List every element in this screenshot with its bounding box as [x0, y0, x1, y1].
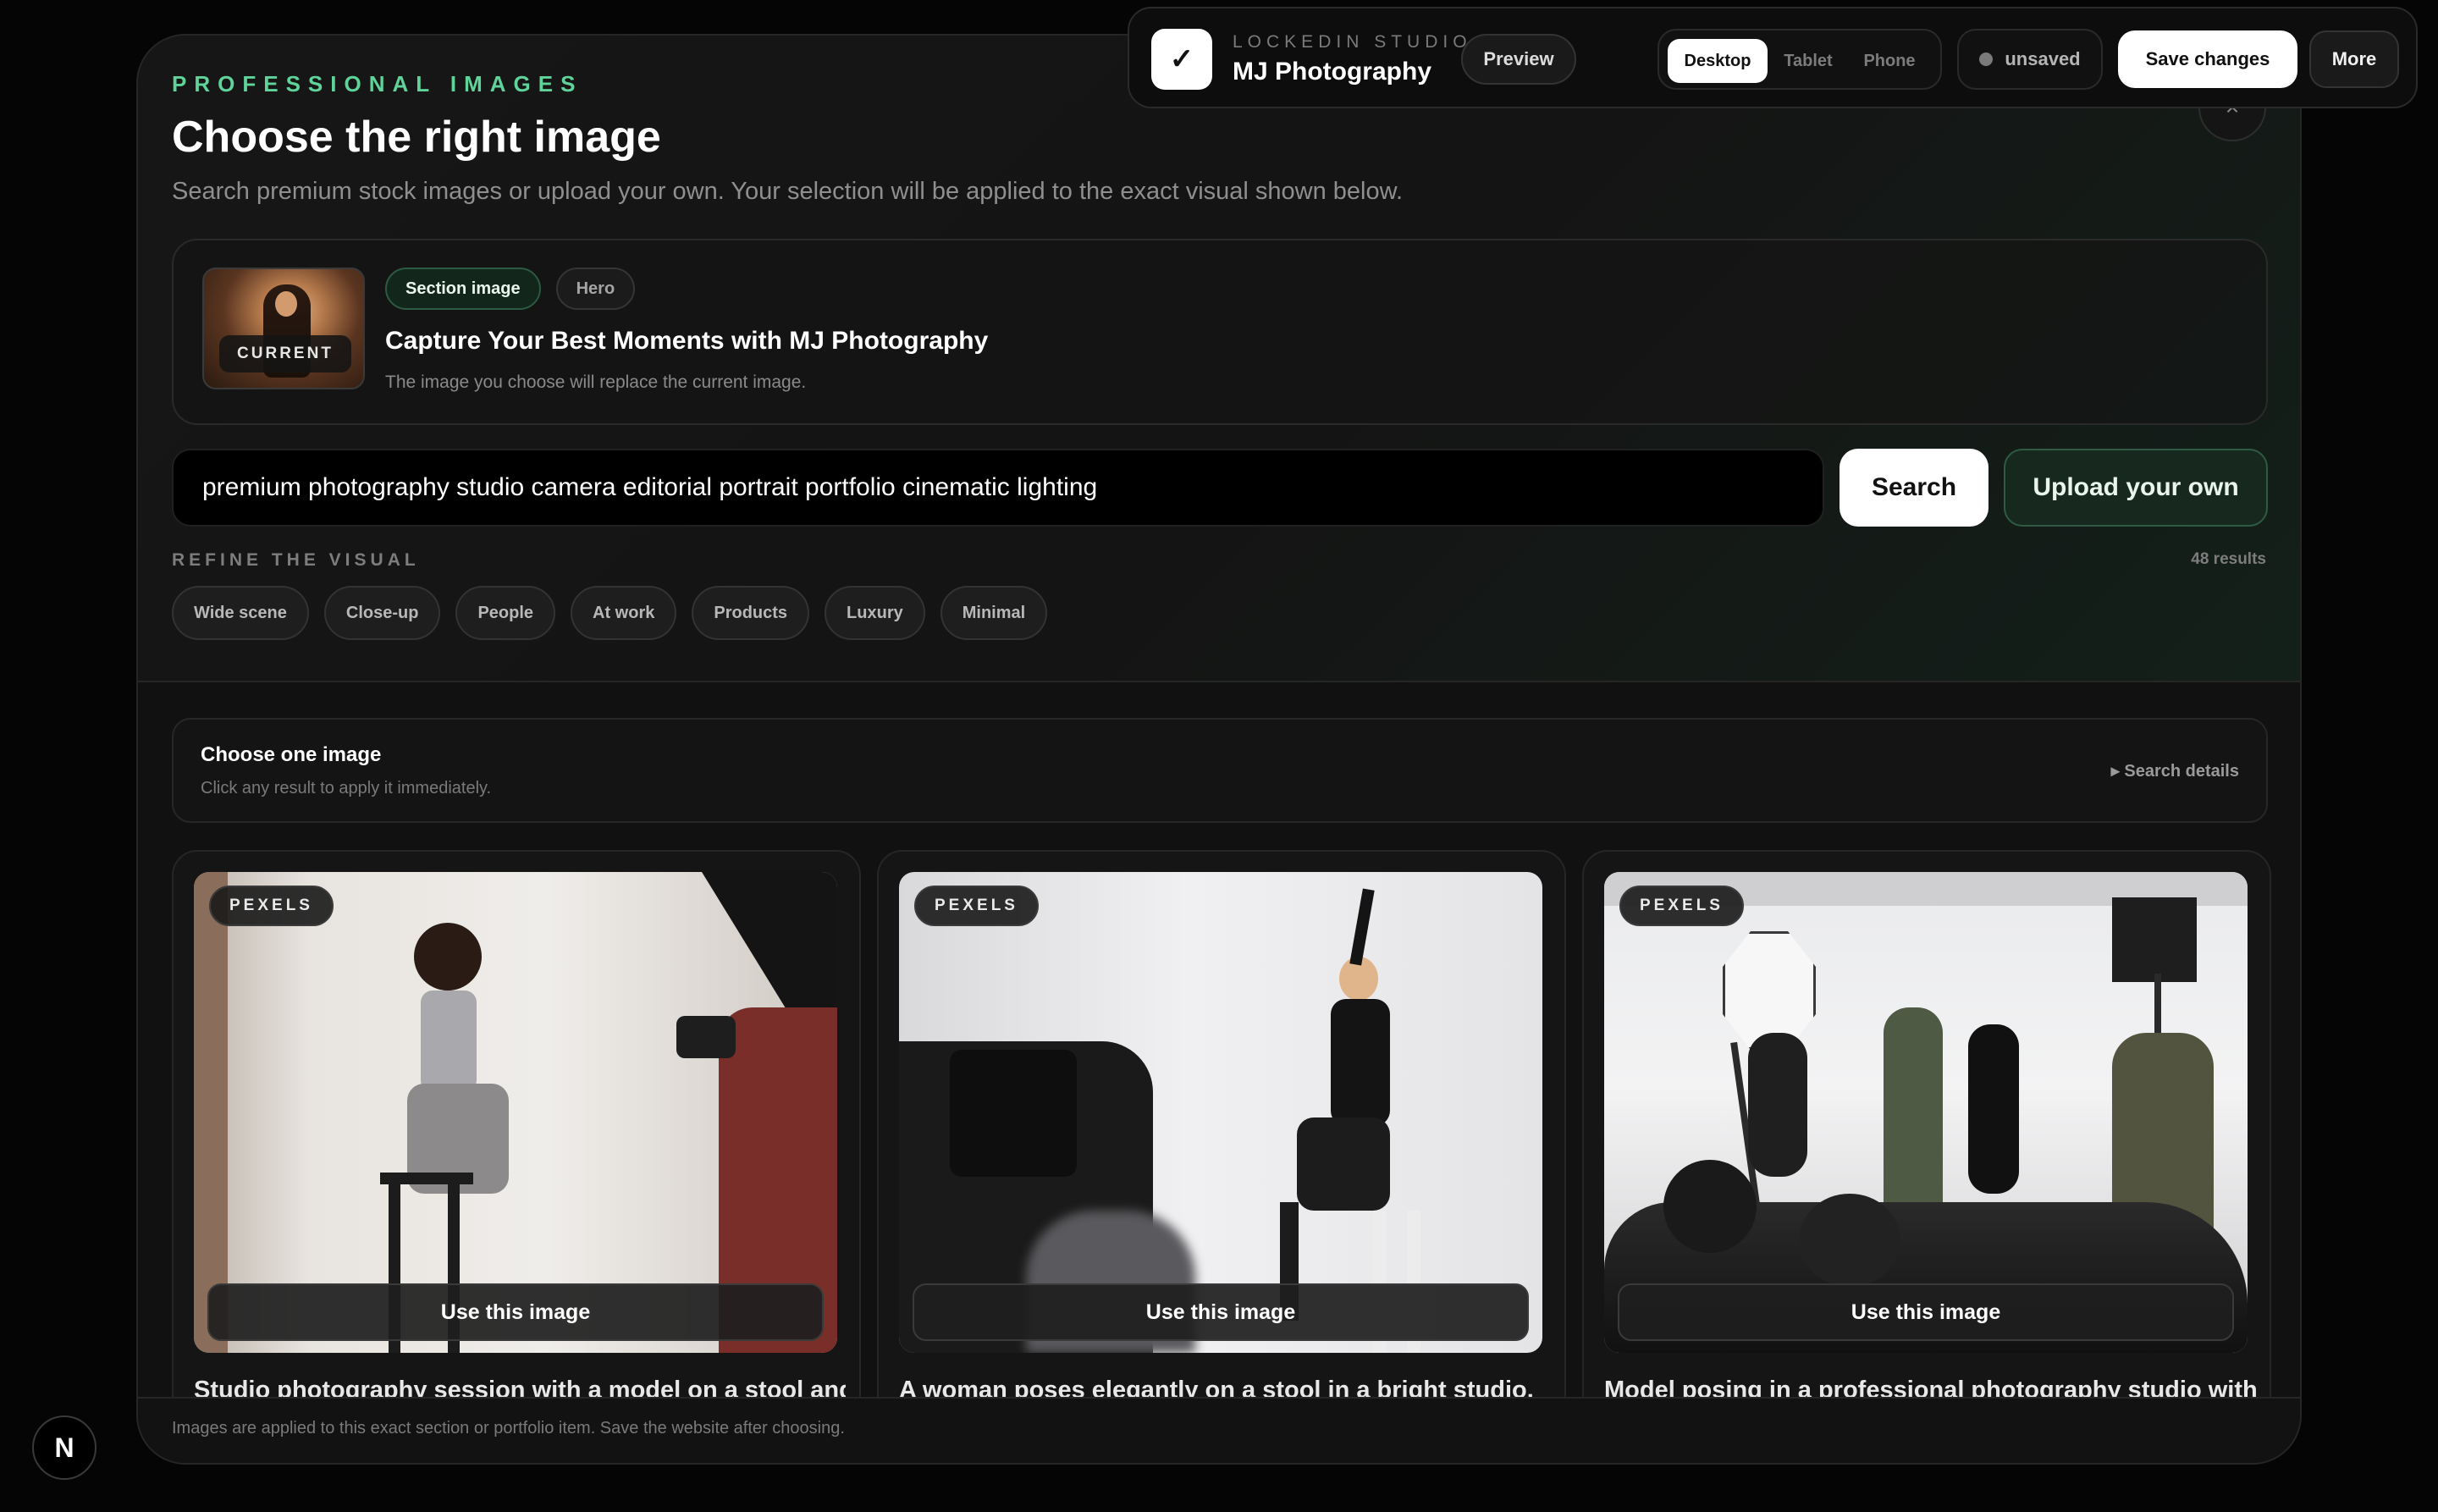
- save-button[interactable]: Save changes: [2118, 30, 2297, 88]
- studio-label: LOCKEDIN STUDIO: [1233, 32, 1472, 52]
- choose-instructions: Choose one image Click any result to app…: [172, 718, 2268, 823]
- result-card[interactable]: PEXELS Use this image A woman poses eleg…: [877, 850, 1566, 1463]
- refine-label: REFINE THE VISUAL: [172, 550, 420, 570]
- result-image[interactable]: PEXELS Use this image: [1604, 872, 2248, 1353]
- save-status: unsaved: [1957, 29, 2103, 90]
- upload-button[interactable]: Upload your own: [2004, 449, 2268, 527]
- site-name: MJ Photography: [1233, 58, 1432, 86]
- page-subtitle: Search premium stock images or upload yo…: [172, 178, 1404, 205]
- search-details-toggle[interactable]: ▸ Search details: [2111, 760, 2239, 781]
- page-title: Choose the right image: [172, 113, 661, 162]
- source-badge: PEXELS: [1619, 886, 1744, 926]
- preview-button[interactable]: Preview: [1461, 34, 1576, 85]
- choose-title: Choose one image: [201, 743, 382, 766]
- more-button[interactable]: More: [2309, 30, 2399, 88]
- filter-chips: Wide scene Close-up People At work Produ…: [172, 586, 1048, 640]
- results-count: 48 results: [2191, 550, 2266, 568]
- filter-luxury[interactable]: Luxury: [825, 586, 925, 640]
- device-phone[interactable]: Phone: [1847, 39, 1932, 83]
- tag-section-image: Section image: [385, 268, 541, 310]
- editor-toolbar: ✓ LOCKEDIN STUDIO MJ Photography Preview…: [1128, 7, 2418, 108]
- filter-at-work[interactable]: At work: [571, 586, 677, 640]
- result-card[interactable]: PEXELS Use this image Model posing in a …: [1582, 850, 2271, 1463]
- current-subtext: The image you choose will replace the cu…: [385, 372, 807, 392]
- device-tablet[interactable]: Tablet: [1773, 39, 1844, 83]
- section-eyebrow: PROFESSIONAL IMAGES: [172, 71, 583, 97]
- filter-wide-scene[interactable]: Wide scene: [172, 586, 309, 640]
- current-image-card: CURRENT Section image Hero Capture Your …: [172, 239, 2268, 425]
- result-card[interactable]: PEXELS Use this image Studio photography…: [172, 850, 861, 1463]
- search-button[interactable]: Search: [1840, 449, 1988, 527]
- result-image[interactable]: PEXELS Use this image: [899, 872, 1542, 1353]
- modal-footer: Images are applied to this exact section…: [138, 1397, 2300, 1463]
- filter-people[interactable]: People: [455, 586, 556, 640]
- status-dot-icon: [1979, 52, 1994, 66]
- device-desktop[interactable]: Desktop: [1668, 39, 1768, 83]
- filter-close-up[interactable]: Close-up: [323, 586, 441, 640]
- source-badge: PEXELS: [914, 886, 1039, 926]
- filter-minimal[interactable]: Minimal: [940, 586, 1048, 640]
- n-logo-icon[interactable]: N: [32, 1415, 97, 1480]
- use-image-button[interactable]: Use this image: [913, 1283, 1529, 1341]
- current-tags: Section image Hero: [385, 268, 636, 310]
- current-badge: CURRENT: [219, 335, 351, 372]
- current-heading: Capture Your Best Moments with MJ Photog…: [385, 327, 989, 355]
- device-switcher: Desktop Tablet Phone: [1658, 29, 1942, 90]
- choose-subtitle: Click any result to apply it immediately…: [201, 779, 492, 797]
- use-image-button[interactable]: Use this image: [1618, 1283, 2234, 1341]
- result-image[interactable]: PEXELS Use this image: [194, 872, 837, 1353]
- check-icon: ✓: [1151, 29, 1212, 90]
- filter-products[interactable]: Products: [692, 586, 810, 640]
- use-image-button[interactable]: Use this image: [207, 1283, 824, 1341]
- current-image-thumbnail: CURRENT: [202, 268, 365, 389]
- modal-header-area: PROFESSIONAL IMAGES Choose the right ima…: [138, 36, 2300, 682]
- source-badge: PEXELS: [209, 886, 334, 926]
- search-input[interactable]: [172, 449, 1824, 527]
- status-label: unsaved: [2005, 48, 2081, 69]
- image-picker-modal: PROFESSIONAL IMAGES Choose the right ima…: [136, 34, 2302, 1465]
- footer-note: Images are applied to this exact section…: [172, 1419, 845, 1438]
- tag-hero: Hero: [555, 268, 636, 310]
